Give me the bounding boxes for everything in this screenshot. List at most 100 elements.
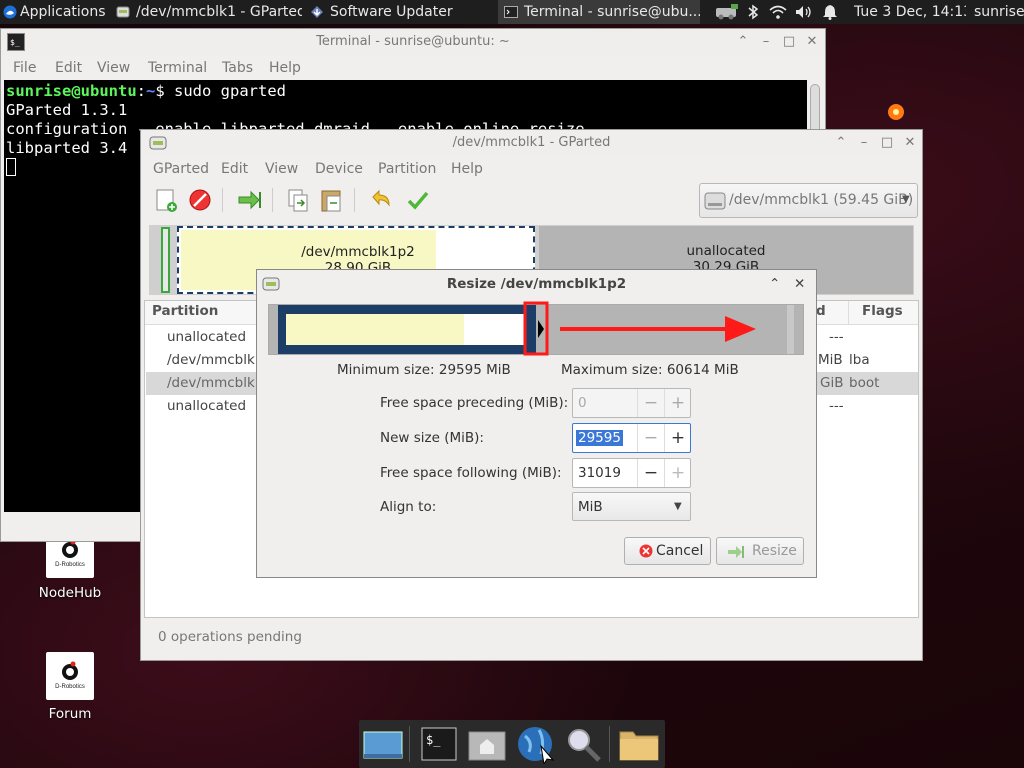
following-spinbox[interactable]: 31019 − +	[572, 458, 691, 488]
maximum-size-label: Maximum size: 60614 MiB	[561, 362, 739, 378]
partition-cell: unallocated	[167, 329, 247, 345]
preceding-spinbox[interactable]: 0 − +	[572, 388, 691, 418]
folder-icon	[619, 731, 659, 761]
terminal-titlebar[interactable]: $_ Terminal - sunrise@ubuntu: ~ ⌃ – □ ✕	[1, 29, 825, 55]
shade-button[interactable]: ⌃	[769, 270, 780, 298]
resize-button[interactable]: Resize	[716, 537, 804, 565]
forum-desktop-icon[interactable]: D-Robotics	[46, 652, 94, 700]
new-size-spinbox[interactable]: 29595 − +	[572, 423, 691, 453]
prompt-path: ~	[146, 82, 156, 100]
files-launcher[interactable]	[617, 724, 661, 764]
close-button[interactable]: ✕	[801, 29, 823, 55]
copy-button[interactable]	[284, 186, 312, 214]
menu-edit[interactable]: Edit	[55, 60, 82, 76]
toolbar-separator	[222, 188, 223, 212]
dialog-titlebar[interactable]: Resize /dev/mmcblk1p2 ⌃ ✕	[257, 270, 816, 298]
dock-separator	[409, 726, 410, 762]
menu-file[interactable]: File	[13, 60, 36, 76]
increment-button[interactable]: +	[664, 424, 691, 452]
column-flags[interactable]: Flags	[862, 303, 903, 319]
undo-icon	[372, 189, 390, 207]
notifications-icon[interactable]	[822, 4, 838, 20]
increment-button[interactable]: +	[664, 389, 691, 417]
menu-view[interactable]: View	[97, 60, 130, 76]
paste-icon	[321, 190, 341, 212]
following-value[interactable]: 31019	[578, 465, 621, 481]
applications-menu[interactable]: Applications ⋮	[0, 0, 108, 24]
preceding-label: Free space preceding (MiB):	[380, 395, 569, 411]
minimize-button[interactable]: –	[755, 29, 777, 55]
apply-check-icon	[407, 191, 429, 210]
wifi-icon[interactable]	[769, 4, 787, 20]
partition-used-fill	[286, 314, 464, 345]
new-size-label: New size (MiB):	[380, 430, 484, 446]
network-manager-icon[interactable]	[714, 4, 740, 20]
d-robotics-logo-icon: D-Robotics	[55, 661, 85, 690]
cancel-button[interactable]: Cancel	[624, 537, 711, 565]
resize-handle-icon[interactable]	[538, 320, 544, 338]
search-icon	[568, 729, 601, 762]
menu-gparted[interactable]: GParted	[153, 161, 209, 177]
shade-button[interactable]: ⌃	[732, 29, 754, 55]
delete-partition-button[interactable]	[186, 186, 214, 214]
task-terminal[interactable]: Terminal - sunrise@ubu...	[498, 0, 700, 24]
applications-label: Applications	[20, 4, 106, 20]
device-selector[interactable]: /dev/mmcblk1 (59.45 GiB) ▼	[699, 183, 918, 218]
toolbar-separator	[354, 188, 355, 212]
clock[interactable]: Tue 3 Dec, 14:13	[854, 0, 966, 24]
forum-label: Forum	[48, 706, 92, 722]
decrement-button[interactable]: −	[637, 389, 664, 417]
web-browser-launcher[interactable]	[513, 724, 557, 766]
show-desktop-icon	[363, 731, 403, 759]
paste-button[interactable]	[318, 186, 346, 214]
cancel-icon	[639, 544, 653, 558]
home-folder-launcher[interactable]	[465, 724, 509, 764]
volume-icon[interactable]	[795, 4, 813, 20]
resize-move-button[interactable]	[236, 186, 264, 214]
maximize-button[interactable]: □	[778, 29, 800, 55]
task-gparted[interactable]: /dev/mmcblk1 - GParted	[110, 0, 302, 24]
partition-bar[interactable]	[278, 305, 536, 354]
gparted-titlebar[interactable]: /dev/mmcblk1 - GParted ⌃ – □ ✕	[141, 130, 922, 156]
column-used[interactable]: d	[816, 303, 826, 319]
menu-tabs[interactable]: Tabs	[222, 60, 253, 76]
increment-button[interactable]: +	[664, 459, 691, 487]
menu-help[interactable]: Help	[269, 60, 301, 76]
menu-partition[interactable]: Partition	[378, 161, 436, 177]
dock: $_	[359, 720, 665, 768]
search-launcher[interactable]	[561, 724, 605, 764]
flags-cell: ---	[829, 398, 844, 414]
close-button[interactable]: ✕	[794, 270, 805, 298]
new-size-value[interactable]: 29595	[576, 430, 623, 446]
new-partition-button[interactable]	[152, 186, 180, 214]
show-desktop-button[interactable]	[361, 724, 405, 764]
align-select[interactable]: MiB ▼	[572, 492, 691, 521]
bluetooth-icon[interactable]	[747, 4, 759, 20]
partition-free-fill	[464, 314, 526, 345]
menu-help[interactable]: Help	[451, 161, 483, 177]
resize-move-icon	[728, 546, 744, 558]
decrement-button[interactable]: −	[637, 459, 664, 487]
column-partition[interactable]: Partition	[152, 303, 218, 319]
shade-button[interactable]: ⌃	[830, 130, 852, 156]
undo-button[interactable]	[367, 186, 395, 214]
dialog-title: Resize /dev/mmcblk1p2	[446, 276, 627, 292]
close-button[interactable]: ✕	[899, 130, 921, 156]
terminal-launcher[interactable]: $_	[417, 724, 461, 764]
flags-cell: ---	[829, 329, 844, 345]
menu-edit[interactable]: Edit	[221, 161, 248, 177]
decrement-button[interactable]: −	[637, 424, 664, 452]
gparted-icon	[116, 6, 130, 18]
partition-cell: unallocated	[167, 398, 247, 414]
maximize-button[interactable]: □	[876, 130, 898, 156]
partition-map-boot[interactable]	[161, 227, 170, 293]
minimize-button[interactable]: –	[853, 130, 875, 156]
menu-device[interactable]: Device	[315, 161, 363, 177]
apply-button[interactable]	[404, 186, 432, 214]
user-menu[interactable]: sunrise	[974, 0, 1024, 24]
size-cell: MiB	[818, 352, 843, 368]
task-software-updater[interactable]: Software Updater	[304, 0, 496, 24]
menu-terminal[interactable]: Terminal	[148, 60, 207, 76]
menu-view[interactable]: View	[265, 161, 298, 177]
nodehub-label: NodeHub	[38, 585, 102, 601]
